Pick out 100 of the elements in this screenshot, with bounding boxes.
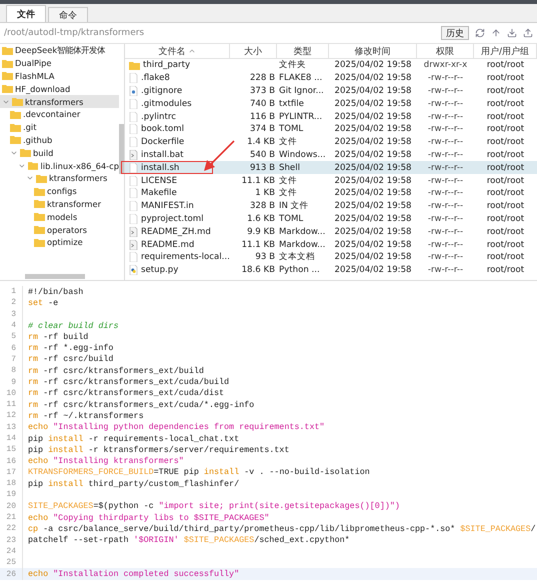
code-line: echo "Installing ktransformers" xyxy=(28,456,184,466)
folder-icon xyxy=(28,161,38,170)
type-cell: Shell xyxy=(277,161,329,174)
line-number: 10 xyxy=(5,388,16,398)
folder-icon xyxy=(36,174,47,183)
tree-item[interactable]: configs xyxy=(0,184,119,198)
folder-icon xyxy=(12,97,23,106)
file-icon xyxy=(129,176,138,186)
line-number: 3 xyxy=(10,310,16,319)
folder-icon xyxy=(34,199,45,208)
code-line: pip install -r requirements-local_chat.txt xyxy=(28,434,240,444)
folder-icon xyxy=(2,58,13,68)
tree-item[interactable]: optimize xyxy=(0,236,119,249)
code-line: echo "Copying thirdparty libs to $SITE_PACKAGES" xyxy=(28,512,270,523)
tree-item[interactable]: .github xyxy=(0,134,119,146)
line-number: 16 xyxy=(5,456,16,466)
up-arrow-icon[interactable] xyxy=(491,28,501,38)
tab[interactable]: 文件 xyxy=(6,5,46,22)
history-button[interactable]: 历史 xyxy=(441,26,469,40)
column-title: 修改时间 xyxy=(354,46,390,58)
code-line: rm -rf *.egg-info xyxy=(28,343,114,354)
line-number: 14 xyxy=(5,434,16,443)
scrollbar[interactable] xyxy=(25,274,85,279)
owner-cell: root/root xyxy=(474,148,537,162)
column-title: 权限 xyxy=(436,46,454,58)
owner-cell: root/root xyxy=(474,161,537,174)
tree-item[interactable]: build xyxy=(0,146,119,160)
folder-icon xyxy=(20,148,31,158)
code-line: pip install third_party/custom_flashinfer/ xyxy=(28,478,240,489)
file-icon xyxy=(129,201,138,212)
line-number: 12 xyxy=(5,411,16,420)
file-icon xyxy=(129,214,138,224)
path-field[interactable]: /root/autodl-tmp/ktransformers xyxy=(4,28,435,38)
line-number: 4 xyxy=(10,321,16,330)
folder-icon xyxy=(34,238,45,247)
tree-item[interactable]: operators xyxy=(0,223,119,236)
file-icon xyxy=(129,124,138,134)
column-title: 用户/用户组 xyxy=(480,46,530,58)
line-number: 9 xyxy=(10,378,16,387)
tree-item[interactable]: ktransformer xyxy=(0,198,119,210)
tree-item[interactable]: .git xyxy=(0,120,119,134)
file-icon xyxy=(129,188,138,198)
tree-item[interactable]: HF_download xyxy=(0,82,119,96)
refresh-icon[interactable] xyxy=(475,28,485,38)
line-number: 6 xyxy=(10,344,16,353)
line-number: 2 xyxy=(10,298,16,308)
code-line: cp -a csrc/balance_serve/build/third_party/prometheus-cpp/lib/libprometheus-cpp-*.so* $SITE_PACKAGES/ xyxy=(28,524,536,534)
column-title: 文件名 xyxy=(158,46,186,58)
tab[interactable]: 命令 xyxy=(48,7,88,22)
line-number: 26 xyxy=(5,570,16,579)
code-line: pip install -r ktransformers/server/requirements.txt xyxy=(28,444,290,455)
line-number: 13 xyxy=(5,422,16,432)
code-line: rm -rf build xyxy=(28,332,88,342)
line-number: 8 xyxy=(10,366,16,376)
line-number: 19 xyxy=(5,490,16,500)
code-line: SITE_PACKAGES=$(python -c "import site; print(site.getsitepackages()[0])") xyxy=(28,501,400,512)
code-line: echo "Installation completed successfully" xyxy=(28,569,240,580)
modified-cell: 2025/04/02 19:58 xyxy=(329,161,417,174)
tree-item[interactable]: models xyxy=(0,210,119,224)
tree-item[interactable]: lib.linux-x86_64-cp xyxy=(0,159,119,172)
line-number: 20 xyxy=(5,502,16,511)
line-number: 22 xyxy=(5,524,16,534)
size-cell: 913 B xyxy=(230,161,277,174)
folder-icon xyxy=(2,46,13,55)
code-line: rm -rf csrc/ktransformers_ext/build xyxy=(28,366,204,376)
code-line: # clear build dirs xyxy=(28,320,118,331)
code-line: rm -rf csrc/ktransformers_ext/cuda/*.egg-info xyxy=(28,400,254,410)
code-line: KTRANSFORMERS_FORCE_BUILD=TRUE pip install -v . --no-build-isolation xyxy=(28,467,370,478)
download-icon[interactable] xyxy=(507,28,517,38)
folder-icon xyxy=(34,186,45,196)
scrollbar[interactable] xyxy=(119,124,124,174)
folder-icon xyxy=(34,225,45,234)
file-icon xyxy=(129,162,138,173)
tree-item[interactable]: FlashMLA xyxy=(0,70,119,82)
tree-item[interactable]: DeepSeek智能体开发体 xyxy=(0,44,119,57)
line-number: 11 xyxy=(5,400,16,410)
size-cell: 540 B xyxy=(230,148,277,162)
file-icon xyxy=(129,98,138,109)
code-line: rm -rf csrc/ktransformers_ext/cuda/dist xyxy=(28,388,224,398)
tree-item[interactable]: ktransformers xyxy=(0,172,119,185)
script-file-icon xyxy=(129,240,138,250)
code-line: rm -rf ~/.ktransformers xyxy=(28,410,144,421)
permissions-cell: -rw-r--r-- xyxy=(417,161,474,174)
column-title: 类型 xyxy=(294,46,312,58)
modified-cell: 2025/04/02 19:58 xyxy=(329,148,417,162)
upload-icon[interactable] xyxy=(523,28,533,38)
code-line: patchelf --set-rpath '$ORIGIN' $SITE_PACKAGES/sched_ext.cpython* xyxy=(28,535,350,546)
folder-icon xyxy=(34,212,45,222)
line-number: 15 xyxy=(5,445,16,454)
file-icon xyxy=(129,112,138,122)
tree-item[interactable]: DualPipe xyxy=(0,56,119,70)
tree-item[interactable]: .devcontainer xyxy=(0,108,119,121)
expand-caret-icon[interactable] xyxy=(18,162,26,170)
tree-item[interactable]: ktransformers xyxy=(0,95,119,108)
line-number: 7 xyxy=(10,354,16,364)
code-line: echo "Installing python dependencies from requirements.txt" xyxy=(28,422,325,432)
annotation-arrow xyxy=(202,140,236,172)
line-number: 1 xyxy=(10,287,16,296)
line-number: 5 xyxy=(10,332,16,342)
folder-icon xyxy=(2,71,13,80)
